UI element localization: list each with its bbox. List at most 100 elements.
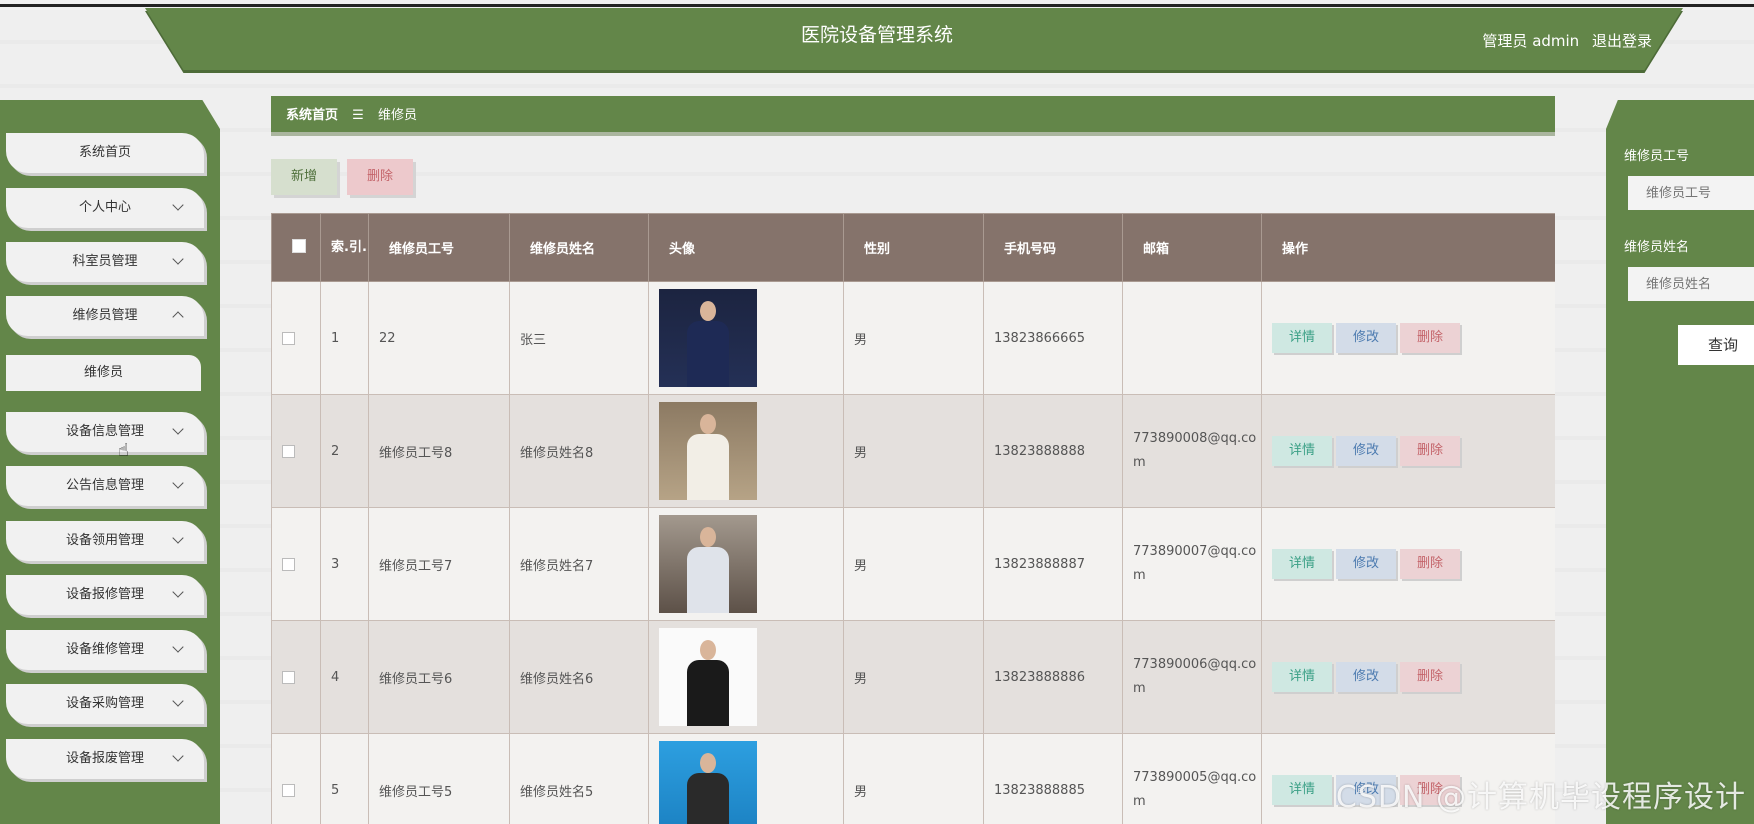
avatar-head-shape	[700, 527, 716, 547]
cell-index: 2	[320, 394, 369, 508]
avatar-head-shape	[700, 414, 716, 434]
avatar	[659, 741, 757, 824]
row-checkbox[interactable]	[282, 557, 295, 571]
cell-id: 22	[368, 281, 510, 395]
col-header-avatar: 头像	[648, 213, 844, 282]
cell-phone: 13823888887	[983, 507, 1123, 621]
table-row: 3 维修员工号7 维修员姓名7 男 13823888887 773890007@…	[271, 507, 1555, 621]
cell-avatar	[648, 507, 844, 621]
cell-phone: 13823866665	[983, 281, 1123, 395]
sidebar-subitem-repairman[interactable]: 维修员	[6, 355, 201, 391]
sidebar-item-repair-report[interactable]: 设备报修管理	[6, 575, 204, 615]
avatar	[659, 628, 757, 726]
sidebar-item-label: 公告信息管理	[65, 478, 144, 493]
avatar-head-shape	[700, 753, 716, 773]
cell-name: 维修员姓名6	[509, 620, 649, 734]
cell-phone: 13823888886	[983, 620, 1123, 734]
sidebar-item-label: 设备信息管理	[65, 424, 144, 439]
chevron-down-icon	[172, 532, 184, 544]
sidebar-item-department-staff[interactable]: 科室员管理	[6, 242, 204, 282]
cell-actions: 详情 修改 删除	[1261, 394, 1555, 508]
sidebar-item-label: 设备报废管理	[65, 751, 144, 766]
row-checkbox[interactable]	[282, 783, 295, 797]
edit-button[interactable]: 修改	[1336, 549, 1396, 579]
cell-actions: 详情 修改 删除	[1261, 507, 1555, 621]
sidebar-item-label: 设备采购管理	[65, 696, 144, 711]
row-select-cell	[271, 507, 321, 621]
sidebar-item-label: 个人中心	[78, 200, 131, 215]
avatar-head-shape	[700, 301, 716, 321]
col-header-id: 维修员工号	[368, 213, 510, 282]
chevron-down-icon	[172, 750, 184, 762]
sidebar-item-home[interactable]: 系统首页	[6, 133, 204, 173]
avatar	[659, 289, 757, 387]
row-checkbox[interactable]	[282, 670, 295, 684]
add-button[interactable]: 新增	[271, 159, 337, 195]
sidebar-item-equipment-claim[interactable]: 设备领用管理	[6, 521, 204, 561]
row-checkbox[interactable]	[282, 331, 295, 345]
row-select-cell	[271, 620, 321, 734]
cell-id: 维修员工号6	[368, 620, 510, 734]
cell-gender: 男	[843, 733, 984, 824]
col-header-gender: 性别	[843, 213, 984, 282]
batch-delete-button[interactable]: 删除	[347, 159, 413, 195]
repairman-table: 索.引. 维修员工号 维修员姓名 头像 性别 手机号码 邮箱 操作 1 22 张…	[271, 213, 1555, 824]
delete-button[interactable]: 删除	[1400, 549, 1460, 579]
breadcrumb-home[interactable]: 系统首页	[286, 108, 338, 123]
search-id-input[interactable]	[1628, 176, 1754, 210]
edit-button[interactable]: 修改	[1336, 436, 1396, 466]
cell-email	[1122, 281, 1262, 395]
sidebar-item-label: 设备维修管理	[65, 642, 144, 657]
chevron-down-icon	[172, 423, 184, 435]
data-table-wrapper: 索.引. 维修员工号 维修员姓名 头像 性别 手机号码 邮箱 操作 1 22 张…	[271, 213, 1555, 824]
select-all-checkbox[interactable]	[292, 238, 306, 253]
cell-gender: 男	[843, 620, 984, 734]
logout-link[interactable]: 退出登录	[1592, 32, 1652, 50]
delete-button[interactable]: 删除	[1400, 323, 1460, 353]
sidebar-item-equipment-info[interactable]: 设备信息管理	[6, 412, 204, 452]
cell-actions: 详情 修改 删除	[1261, 620, 1555, 734]
avatar-body-shape	[687, 660, 729, 726]
avatar-body-shape	[687, 434, 729, 500]
table-row: 1 22 张三 男 13823866665 详情 修改 删除	[271, 281, 1555, 395]
cell-index: 5	[320, 733, 369, 824]
sidebar-item-repairman-management[interactable]: 维修员管理	[6, 296, 204, 336]
select-all-header[interactable]	[271, 213, 321, 282]
cell-avatar	[648, 281, 844, 395]
chevron-down-icon	[172, 477, 184, 489]
watermark: CSDN @计算机毕设程序设计	[1335, 780, 1746, 815]
search-button[interactable]: 查询	[1678, 325, 1754, 365]
cell-gender: 男	[843, 507, 984, 621]
sidebar-item-label: 系统首页	[78, 145, 131, 160]
avatar	[659, 515, 757, 613]
delete-button[interactable]: 删除	[1400, 436, 1460, 466]
user-area: 管理员 admin 退出登录	[1474, 30, 1652, 51]
cell-email: 773890005@qq.com	[1122, 733, 1262, 824]
delete-button[interactable]: 删除	[1400, 662, 1460, 692]
cell-gender: 男	[843, 281, 984, 395]
edit-button[interactable]: 修改	[1336, 323, 1396, 353]
cell-index: 3	[320, 507, 369, 621]
detail-button[interactable]: 详情	[1272, 775, 1332, 805]
breadcrumb-separator-icon: ☰	[352, 108, 364, 123]
sidebar-item-equipment-scrap[interactable]: 设备报废管理	[6, 739, 204, 779]
detail-button[interactable]: 详情	[1272, 323, 1332, 353]
sidebar-item-personal-center[interactable]: 个人中心	[6, 188, 204, 228]
sidebar-item-equipment-repair[interactable]: 设备维修管理	[6, 630, 204, 670]
avatar-head-shape	[700, 640, 716, 660]
cell-index: 1	[320, 281, 369, 395]
cell-avatar	[648, 394, 844, 508]
sidebar-item-notice-info[interactable]: 公告信息管理	[6, 466, 204, 506]
search-id-label: 维修员工号	[1624, 149, 1690, 164]
sidebar-item-equipment-purchase[interactable]: 设备采购管理	[6, 684, 204, 724]
detail-button[interactable]: 详情	[1272, 549, 1332, 579]
detail-button[interactable]: 详情	[1272, 662, 1332, 692]
search-name-input[interactable]	[1628, 267, 1754, 301]
row-checkbox[interactable]	[282, 444, 295, 458]
cell-name: 张三	[509, 281, 649, 395]
hand-cursor-icon: ☝	[118, 440, 129, 461]
detail-button[interactable]: 详情	[1272, 436, 1332, 466]
avatar	[659, 402, 757, 500]
cell-name: 维修员姓名8	[509, 394, 649, 508]
edit-button[interactable]: 修改	[1336, 662, 1396, 692]
